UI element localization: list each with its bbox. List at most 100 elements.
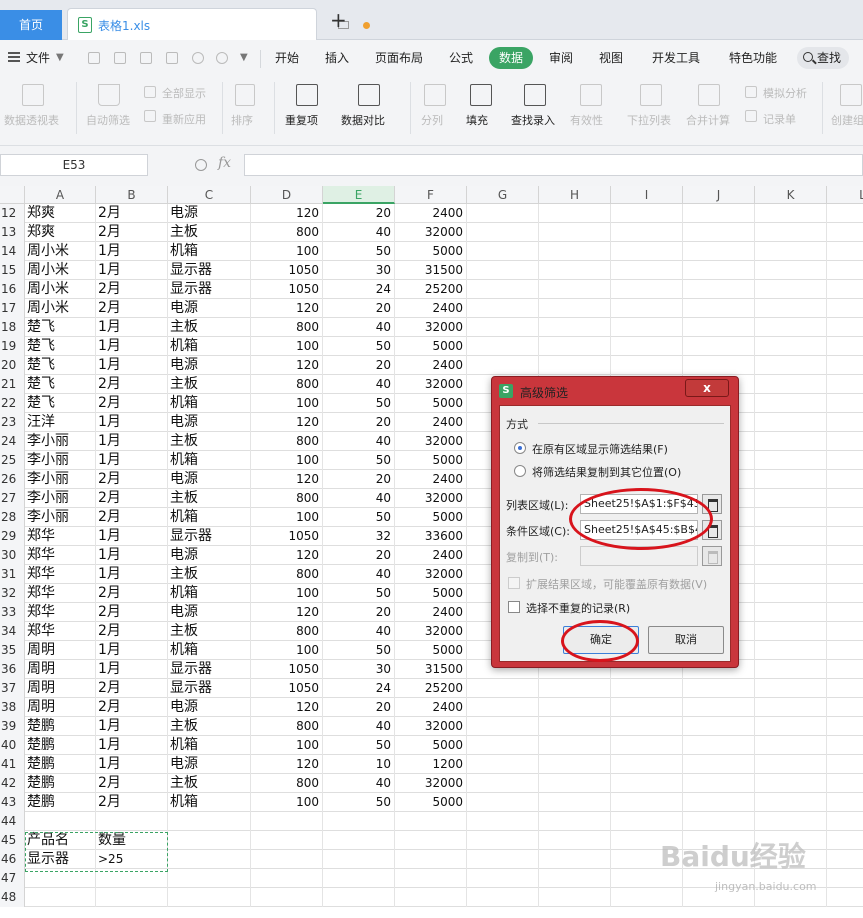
lookup-entry-icon[interactable]	[524, 84, 546, 106]
empty-cell[interactable]	[827, 337, 863, 356]
quick-access-chevron-down-icon[interactable]: ▼	[240, 52, 252, 64]
column-header-g[interactable]: G	[467, 186, 539, 204]
column-header-l[interactable]: L	[827, 186, 863, 204]
empty-cell[interactable]	[827, 812, 863, 831]
cell-b[interactable]: 1月	[96, 527, 168, 546]
cell-f[interactable]	[395, 850, 467, 869]
cell-f[interactable]: 32000	[395, 223, 467, 242]
cell-a[interactable]: 周小米	[25, 261, 96, 280]
cell-c[interactable]: 主板	[168, 432, 251, 451]
empty-cell[interactable]	[683, 755, 755, 774]
cell-f[interactable]: 5000	[395, 793, 467, 812]
empty-cell[interactable]	[827, 280, 863, 299]
empty-cell[interactable]	[539, 850, 611, 869]
cell-b[interactable]: 2月	[96, 603, 168, 622]
cell-b[interactable]: 1月	[96, 736, 168, 755]
pivot-table-button[interactable]: 数据透视表	[4, 112, 59, 128]
row-header[interactable]: 15	[0, 261, 25, 280]
cell-d[interactable]: 800	[251, 774, 323, 793]
cell-c[interactable]: 主板	[168, 717, 251, 736]
empty-cell[interactable]	[755, 546, 827, 565]
cell-c[interactable]: 机箱	[168, 394, 251, 413]
cell-f[interactable]: 2400	[395, 356, 467, 375]
empty-cell[interactable]	[827, 584, 863, 603]
cell-e[interactable]: 10	[323, 755, 395, 774]
empty-cell[interactable]	[611, 280, 683, 299]
cell-d[interactable]: 100	[251, 736, 323, 755]
cell-a[interactable]: 楚飞	[25, 394, 96, 413]
cell-e[interactable]: 40	[323, 717, 395, 736]
cell-b[interactable]: 2月	[96, 793, 168, 812]
dropdown-list-button[interactable]: 下拉列表	[627, 112, 671, 128]
empty-cell[interactable]	[827, 508, 863, 527]
empty-cell[interactable]	[827, 470, 863, 489]
cell-d[interactable]: 120	[251, 204, 323, 223]
cell-b[interactable]: 1月	[96, 451, 168, 470]
simulate-analysis-button[interactable]: 模拟分析	[763, 85, 807, 101]
file-menu-chevron-down-icon[interactable]: ▼	[56, 40, 64, 76]
tab-developer[interactable]: 开发工具	[652, 40, 700, 76]
cell-a[interactable]: 李小丽	[25, 508, 96, 527]
empty-cell[interactable]	[539, 755, 611, 774]
fill-button[interactable]: 填充	[466, 112, 488, 128]
cell-c[interactable]: 主板	[168, 375, 251, 394]
radio-inplace[interactable]	[514, 442, 526, 454]
row-header[interactable]: 22	[0, 394, 25, 413]
cell-d[interactable]: 1050	[251, 527, 323, 546]
empty-cell[interactable]	[755, 318, 827, 337]
copy-to-picker-icon[interactable]	[702, 546, 722, 566]
cell-e[interactable]: 50	[323, 451, 395, 470]
empty-cell[interactable]	[755, 660, 827, 679]
empty-cell[interactable]	[539, 698, 611, 717]
empty-cell[interactable]	[467, 679, 539, 698]
empty-cell[interactable]	[683, 337, 755, 356]
empty-cell[interactable]	[683, 280, 755, 299]
empty-cell[interactable]	[827, 413, 863, 432]
empty-cell[interactable]	[827, 356, 863, 375]
cell-f[interactable]: 2400	[395, 204, 467, 223]
empty-cell[interactable]	[467, 850, 539, 869]
empty-cell[interactable]	[827, 869, 863, 888]
empty-cell[interactable]	[539, 888, 611, 907]
empty-cell[interactable]	[827, 242, 863, 261]
empty-cell[interactable]	[755, 698, 827, 717]
cell-c[interactable]: 电源	[168, 698, 251, 717]
cell-b[interactable]: 2月	[96, 774, 168, 793]
empty-cell[interactable]	[755, 432, 827, 451]
column-header-h[interactable]: H	[539, 186, 611, 204]
empty-cell[interactable]	[683, 679, 755, 698]
row-header[interactable]: 13	[0, 223, 25, 242]
tab-view[interactable]: 视图	[599, 40, 623, 76]
empty-cell[interactable]	[755, 793, 827, 812]
empty-cell[interactable]	[755, 223, 827, 242]
show-all-button[interactable]: 全部显示	[162, 85, 206, 101]
empty-cell[interactable]	[827, 831, 863, 850]
empty-cell[interactable]	[539, 736, 611, 755]
empty-cell[interactable]	[611, 774, 683, 793]
empty-cell[interactable]	[611, 337, 683, 356]
empty-cell[interactable]	[755, 641, 827, 660]
column-header-j[interactable]: J	[683, 186, 755, 204]
tab-page-layout[interactable]: 页面布局	[375, 40, 423, 76]
empty-cell[interactable]	[539, 679, 611, 698]
empty-cell[interactable]	[755, 603, 827, 622]
cell-c[interactable]: 机箱	[168, 242, 251, 261]
row-header[interactable]: 38	[0, 698, 25, 717]
cell-a[interactable]: 楚鹏	[25, 736, 96, 755]
empty-cell[interactable]	[683, 261, 755, 280]
tab-review[interactable]: 审阅	[549, 40, 573, 76]
cell-a[interactable]: 郑华	[25, 584, 96, 603]
row-header[interactable]: 23	[0, 413, 25, 432]
empty-cell[interactable]	[755, 280, 827, 299]
cell-b[interactable]: 2月	[96, 489, 168, 508]
empty-cell[interactable]	[467, 356, 539, 375]
fill-icon[interactable]	[470, 84, 492, 106]
empty-cell[interactable]	[827, 299, 863, 318]
cell-c[interactable]: 电源	[168, 470, 251, 489]
column-header-c[interactable]: C	[168, 186, 251, 204]
validity-button[interactable]: 有效性	[570, 112, 603, 128]
cell-e[interactable]: 24	[323, 679, 395, 698]
cell-b[interactable]: 1月	[96, 337, 168, 356]
row-header[interactable]: 24	[0, 432, 25, 451]
row-header[interactable]: 31	[0, 565, 25, 584]
